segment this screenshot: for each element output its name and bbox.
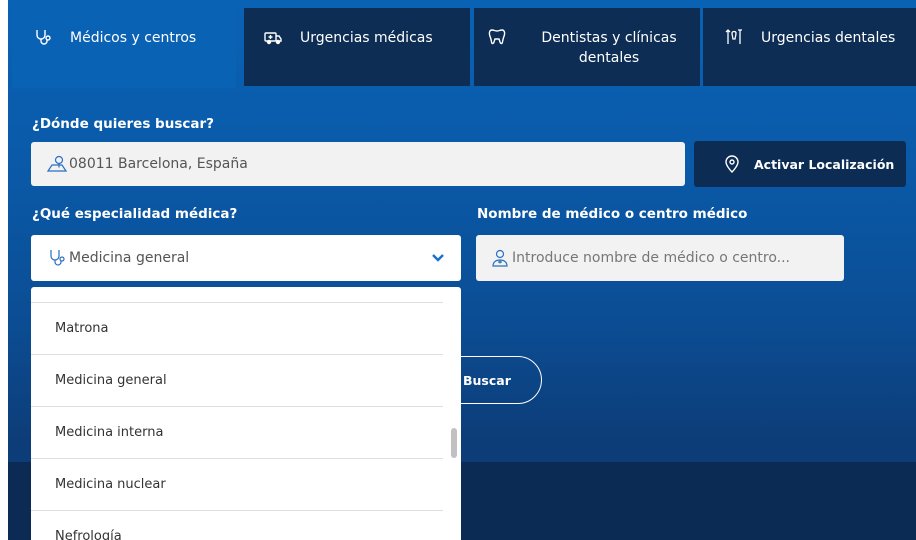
dropdown-option-medicina-interna[interactable]: Medicina interna xyxy=(31,406,443,458)
tab-label: Médicos y centros xyxy=(70,30,197,46)
location-pin-icon xyxy=(724,155,740,173)
dropdown-option-matrona[interactable]: Matrona xyxy=(31,302,443,354)
ambulance-icon xyxy=(264,28,286,46)
tab-urgencias-medicas[interactable]: Urgencias médicas xyxy=(244,8,470,86)
stethoscope-icon xyxy=(34,28,56,46)
stethoscope-icon xyxy=(47,248,67,268)
specialty-selected: Medicina general xyxy=(69,250,190,266)
dropdown-option-medicina-nuclear[interactable]: Medicina nuclear xyxy=(31,458,443,510)
specialty-dropdown[interactable]: Matrona Medicina general Medicina intern… xyxy=(31,287,461,540)
map-pin-icon xyxy=(46,154,68,174)
option-label: Medicina interna xyxy=(55,425,164,440)
search-panel: Médicos y centros Urgencias médicas Dent… xyxy=(8,0,916,540)
tab-label: Urgencias dentales xyxy=(761,30,896,46)
dropdown-option-medicina-general[interactable]: Medicina general xyxy=(31,354,443,406)
doctor-name-placeholder: Introduce nombre de médico o centro... xyxy=(512,250,790,266)
specialty-select[interactable]: Medicina general xyxy=(31,235,461,281)
tab-urgencias-dentales[interactable]: Urgencias dentales xyxy=(703,8,916,86)
tooth-icon xyxy=(488,28,510,46)
doctor-name-input[interactable]: Introduce nombre de médico o centro... xyxy=(476,235,844,281)
dropdown-scrollbar[interactable] xyxy=(451,428,457,458)
option-label: Medicina nuclear xyxy=(55,477,166,492)
doctor-icon xyxy=(490,248,510,268)
tab-label: Urgencias médicas xyxy=(300,30,433,46)
chevron-down-icon xyxy=(431,251,445,265)
tab-medicos-y-centros[interactable]: Médicos y centros xyxy=(12,8,236,88)
option-label: Matrona xyxy=(55,321,109,336)
dental-tools-icon xyxy=(725,28,747,46)
tab-dentistas[interactable]: Dentistas y clínicas dentales xyxy=(474,8,700,86)
locate-button-label: Activar Localización xyxy=(754,156,895,172)
doctor-name-label: Nombre de médico o centro médico xyxy=(477,206,748,222)
search-button-label: Buscar xyxy=(463,372,511,388)
tab-label: Dentistas y clínicas dentales xyxy=(541,30,677,66)
dropdown-option-nefrologia[interactable]: Nefrología xyxy=(31,510,443,540)
activate-location-button[interactable]: Activar Localización xyxy=(694,141,906,187)
location-value: 08011 Barcelona, España xyxy=(69,156,248,172)
option-label: Nefrología xyxy=(55,529,122,540)
location-label: ¿Dónde quieres buscar? xyxy=(32,116,214,132)
specialty-label: ¿Qué especialidad médica? xyxy=(32,206,238,222)
option-label: Medicina general xyxy=(55,373,167,388)
location-input[interactable]: 08011 Barcelona, España xyxy=(31,142,685,186)
